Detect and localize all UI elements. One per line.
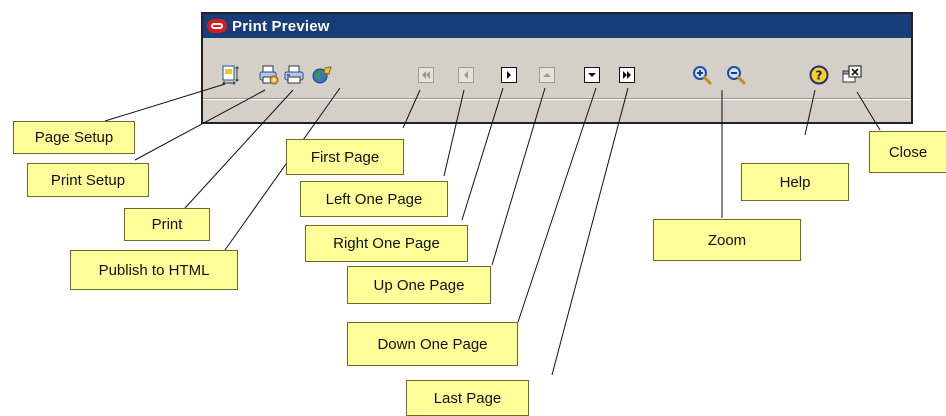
print-setup-button[interactable] (258, 64, 280, 86)
zoom-in-button[interactable] (691, 64, 713, 86)
callout-right-one-page: Right One Page (305, 225, 468, 262)
print-preview-window: Print Preview ? (201, 12, 913, 124)
callout-print-setup: Print Setup (27, 163, 149, 197)
first-page-button[interactable] (415, 64, 437, 86)
zoom-in-icon (693, 66, 712, 85)
close-window-icon (842, 65, 862, 83)
help-button[interactable]: ? (808, 64, 830, 86)
toolbar: ? (203, 38, 911, 98)
callout-left-one-page: Left One Page (300, 181, 448, 217)
right-page-icon (501, 67, 517, 83)
left-page-icon (458, 67, 474, 83)
callout-close: Close (869, 131, 946, 173)
svg-text:?: ? (816, 69, 823, 83)
callout-up-one-page: Up One Page (347, 266, 491, 304)
callout-print: Print (124, 208, 210, 241)
callout-zoom: Zoom (653, 219, 801, 261)
close-button[interactable] (841, 64, 863, 86)
print-button[interactable] (283, 64, 305, 86)
window-title: Print Preview (232, 17, 330, 35)
printer-icon (284, 65, 304, 84)
up-page-icon (539, 67, 555, 83)
toolbar-separator (203, 98, 911, 100)
last-page-icon (619, 67, 635, 83)
callout-last-page: Last Page (406, 380, 529, 416)
left-one-page-button[interactable] (455, 64, 477, 86)
callout-help: Help (741, 163, 849, 201)
callout-first-page: First Page (286, 139, 404, 175)
callout-down-one-page: Down One Page (347, 322, 518, 366)
title-bar: Print Preview (203, 14, 911, 38)
down-one-page-button[interactable] (581, 64, 603, 86)
callout-page-setup: Page Setup (13, 121, 135, 154)
first-page-icon (418, 67, 434, 83)
zoom-out-button[interactable] (725, 64, 747, 86)
globe-icon (312, 66, 332, 84)
last-page-button[interactable] (616, 64, 638, 86)
zoom-out-icon (727, 66, 746, 85)
right-one-page-button[interactable] (498, 64, 520, 86)
callout-publish-html: Publish to HTML (70, 250, 238, 290)
oracle-logo-icon (207, 19, 227, 33)
print-setup-icon (259, 65, 279, 85)
help-icon: ? (809, 65, 829, 85)
page-setup-button[interactable] (220, 64, 242, 86)
down-page-icon (584, 67, 600, 83)
up-one-page-button[interactable] (536, 64, 558, 86)
page-setup-icon (222, 65, 239, 85)
publish-html-button[interactable] (311, 64, 333, 86)
